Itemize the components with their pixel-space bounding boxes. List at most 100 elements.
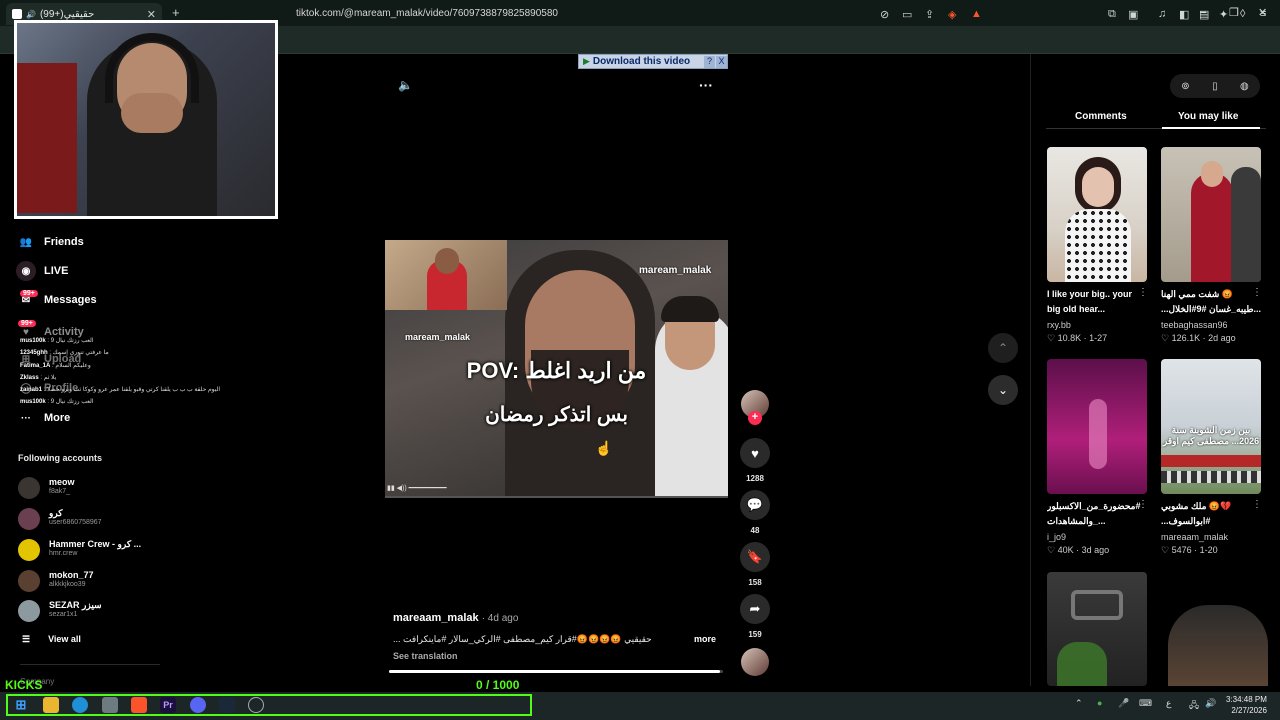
following-account[interactable]: كرو user6860758967 <box>18 506 158 532</box>
sidebar-item-more[interactable]: ··· More <box>16 408 70 428</box>
music-disc-avatar[interactable] <box>741 648 769 676</box>
windows-start-icon[interactable]: ⊞ <box>13 697 29 713</box>
thumb-user[interactable]: teebaghassan96 <box>1161 320 1228 330</box>
brave-rewards-icon[interactable]: ▲ <box>971 8 982 20</box>
network-icon[interactable]: 🖧 <box>1189 698 1199 714</box>
media-icon[interactable]: ♫ <box>1158 8 1166 20</box>
sidebar-item-label: LIVE <box>44 265 69 277</box>
thumb-user[interactable]: mareaam_malak <box>1161 532 1228 542</box>
thumb-user[interactable]: rxy.bb <box>1047 320 1071 330</box>
download-video-label[interactable]: Download this video <box>593 56 690 67</box>
video-progress-fill <box>389 670 720 673</box>
menu-icon[interactable]: ≡ <box>1260 8 1266 20</box>
url-text[interactable]: tiktok.com/@maream_malak/video/760973887… <box>296 8 558 19</box>
tracking-off-icon[interactable]: ⊘ <box>880 8 889 21</box>
language-indicator[interactable]: ع <box>1166 698 1171 709</box>
tray-app-icon[interactable]: ● <box>1097 698 1102 708</box>
following-account[interactable]: SEZAR سيزر sezar1x1 <box>18 598 158 624</box>
download-video-banner[interactable]: ▶ Download this video ? X <box>578 54 728 69</box>
see-translation-button[interactable]: See translation <box>393 651 458 661</box>
thumb-title[interactable]: #محضورة_من_الاكسبلور ..._والمشاهدات <box>1047 499 1147 529</box>
video-author[interactable]: mareaam_malak · 4d ago <box>393 612 518 624</box>
previous-video-button[interactable]: ⌃ <box>988 333 1018 363</box>
video-thumbnail[interactable] <box>1047 147 1147 282</box>
follow-button[interactable]: + <box>748 411 762 425</box>
kebab-icon[interactable]: ⋮ <box>1252 499 1262 510</box>
video-thumbnail[interactable] <box>1047 359 1147 494</box>
chat-user: Zklass <box>20 375 39 381</box>
brave-icon[interactable] <box>131 697 147 713</box>
system-clock[interactable]: 3:34:48 PM 2/27/2026 <box>1226 694 1267 716</box>
globe-icon[interactable]: ◍ <box>1240 81 1249 92</box>
tray-chevron-icon[interactable]: ⌃ <box>1075 698 1083 709</box>
sidebar-icon[interactable]: ◧ <box>1179 8 1189 21</box>
bookmark-icon[interactable]: 🔖 <box>740 542 770 572</box>
steam-icon[interactable] <box>219 697 235 713</box>
wallet-icon[interactable]: ▤ <box>1199 8 1209 21</box>
leo-ai-icon[interactable]: ✦ <box>1219 8 1228 21</box>
video-progress-bar[interactable] <box>389 670 723 673</box>
keyboard-icon[interactable]: ⌨ <box>1139 698 1152 709</box>
thumb-user[interactable]: i_jo9 <box>1047 532 1066 542</box>
sidebar-item-live[interactable]: ◉ LIVE <box>16 261 68 281</box>
help-button[interactable]: ? <box>704 55 715 68</box>
microphone-icon[interactable]: 🎤 <box>1118 698 1129 709</box>
reader-icon[interactable]: ▣ <box>1128 8 1138 21</box>
chat-text: : العب رزتك نيال 9 <box>47 338 94 344</box>
more-button[interactable]: more <box>694 634 716 644</box>
thumb-title[interactable]: 💔😡 ملك مشوبي #ابوالسوف... <box>1161 499 1261 529</box>
share-icon[interactable]: ➦ <box>740 594 770 624</box>
brave-shield-icon[interactable]: ◈ <box>948 8 956 21</box>
more-options-icon[interactable]: ··· <box>699 77 713 93</box>
like-action[interactable]: ♥ 1288 <box>740 438 770 483</box>
view-all-button[interactable]: ☰ View all <box>22 634 81 645</box>
cast-icon[interactable]: ▭ <box>902 8 912 21</box>
video-caption-line1: POV: من اريد اغلط <box>466 358 647 383</box>
tab-you-may-like[interactable]: You may like <box>1178 111 1238 122</box>
tab-close-icon[interactable]: ✕ <box>147 8 156 21</box>
video-player[interactable]: maream_malak maream_malak POV: من اريد ا… <box>385 240 728 498</box>
comment-action[interactable]: 💬 48 <box>740 490 770 535</box>
premiere-icon[interactable]: Pr <box>160 697 176 713</box>
following-account[interactable]: meow f8ak7_ <box>18 475 158 501</box>
video-thumbnail[interactable] <box>1047 572 1147 686</box>
share-action[interactable]: ➦ 159 <box>740 594 770 639</box>
restore-button[interactable]: ❐ <box>1229 6 1239 19</box>
download-banner-close-button[interactable]: X <box>716 55 727 68</box>
kebab-icon[interactable]: ⋮ <box>1138 499 1148 510</box>
comment-icon[interactable]: 💬 <box>740 490 770 520</box>
thumb-man <box>1231 167 1261 282</box>
kebab-icon[interactable]: ⋮ <box>1252 287 1262 298</box>
device-icon[interactable]: ▯ <box>1212 81 1218 92</box>
extensions-icon[interactable]: ⧉ <box>1108 8 1116 21</box>
discord-icon[interactable] <box>190 697 206 713</box>
file-explorer-icon[interactable] <box>43 697 59 713</box>
thumb-title[interactable]: I like your big.. your big old hear... <box>1047 287 1147 317</box>
new-tab-button[interactable]: + <box>172 5 180 20</box>
thumb-likes: 5476 <box>1171 545 1192 555</box>
author-name[interactable]: mareaam_malak <box>393 612 479 624</box>
edge-icon[interactable] <box>72 697 88 713</box>
volume-icon[interactable]: 🔈 <box>398 78 413 92</box>
account-name: mokon_77 <box>49 570 94 580</box>
video-thumbnail[interactable] <box>1161 147 1261 282</box>
heart-icon[interactable]: ♥ <box>740 438 770 468</box>
share-page-icon[interactable]: ⇪ <box>925 8 934 21</box>
vpn-icon[interactable]: ◊ <box>1240 8 1245 20</box>
speaker-icon[interactable]: 🔊 <box>26 10 36 19</box>
video-thumbnail[interactable]: بين زمن الشوبنة سنة 2026... مصطفى كيم او… <box>1161 359 1261 494</box>
following-account[interactable]: Hammer Crew - كرو ... hmr.crew <box>18 537 158 563</box>
following-account[interactable]: mokon_77 alkkkjkoo39 <box>18 568 158 594</box>
volume-tray-icon[interactable]: 🔊 <box>1205 698 1216 709</box>
save-action[interactable]: 🔖 158 <box>740 542 770 587</box>
bottom-right-webcam-person <box>1168 605 1268 686</box>
settings-icon[interactable]: ⊚ <box>1181 81 1189 92</box>
store-icon[interactable] <box>102 697 118 713</box>
sidebar-item-label: Messages <box>44 294 97 306</box>
tab-comments[interactable]: Comments <box>1075 111 1127 122</box>
next-video-button[interactable]: ⌄ <box>988 375 1018 405</box>
obs-icon[interactable] <box>248 697 264 713</box>
thumb-title[interactable]: 😡 شفت ممي الهنا ...طيبه_غسان #9#الخلال..… <box>1161 287 1261 317</box>
sidebar-item-friends[interactable]: 👥 Friends <box>16 232 84 252</box>
kebab-icon[interactable]: ⋮ <box>1138 287 1148 298</box>
